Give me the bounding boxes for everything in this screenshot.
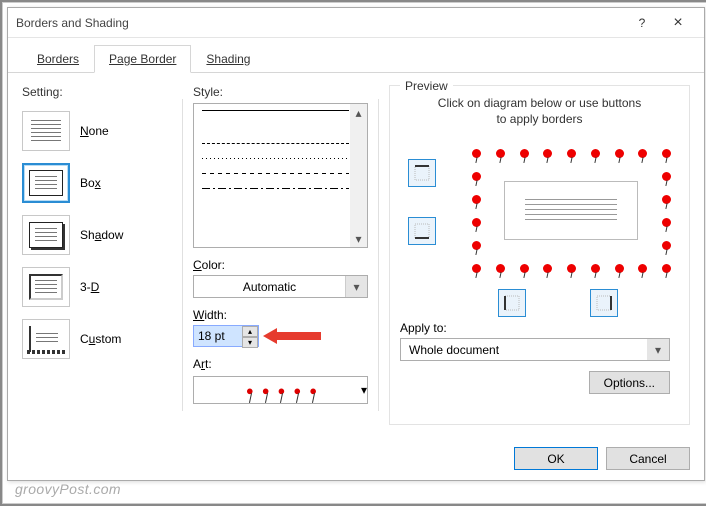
setting-shadow-label: Shadow — [80, 228, 123, 242]
scroll-up-icon[interactable]: ▴ — [350, 104, 367, 121]
border-left-button[interactable] — [498, 289, 526, 317]
style-dotted[interactable] — [202, 158, 349, 159]
border-top-button[interactable] — [408, 159, 436, 187]
setting-none[interactable]: None — [22, 105, 172, 157]
tab-shading[interactable]: Shading — [191, 45, 265, 73]
close-button[interactable]: × — [660, 11, 696, 35]
color-value: Automatic — [194, 280, 345, 294]
setting-shadow[interactable]: Shadow — [22, 209, 172, 261]
style-solid[interactable] — [202, 110, 349, 111]
ok-button[interactable]: OK — [514, 447, 598, 470]
help-button[interactable]: ? — [624, 11, 660, 35]
color-combo[interactable]: Automatic ▾ — [193, 275, 368, 298]
width-value: 18 pt — [194, 326, 242, 346]
style-label: Style: — [193, 85, 368, 99]
setting-box[interactable]: Box — [22, 157, 172, 209]
border-bottom-button[interactable] — [408, 217, 436, 245]
style-dashed[interactable] — [202, 173, 349, 174]
setting-box-label: Box — [80, 176, 101, 190]
tab-borders[interactable]: Borders — [22, 45, 94, 73]
chevron-down-icon: ▾ — [345, 276, 367, 297]
style-list[interactable]: ▴ ▾ — [193, 103, 368, 248]
art-label: Art: — [193, 357, 368, 371]
tabstrip: Borders Page Border Shading — [8, 38, 704, 73]
preview-section: Preview Click on diagram below or use bu… — [389, 85, 690, 425]
setting-section: Setting: None Box Shadow 3-D — [22, 85, 172, 425]
setting-3d-label: 3-D — [80, 280, 99, 294]
cancel-button[interactable]: Cancel — [606, 447, 690, 470]
setting-box-thumb — [22, 163, 70, 203]
style-section: Style: ▴ ▾ Color: Automatic ▾ Width: — [193, 85, 368, 425]
border-right-button[interactable] — [590, 289, 618, 317]
preview-hint: Click on diagram below or use buttonsto … — [400, 95, 679, 127]
dialog-title: Borders and Shading — [16, 16, 129, 30]
apply-to-label: Apply to: — [400, 321, 679, 335]
spin-up-icon[interactable]: ▴ — [242, 326, 258, 337]
options-button[interactable]: Options... — [589, 371, 670, 394]
width-label: Width: — [193, 308, 368, 322]
setting-custom-label: Custom — [80, 332, 121, 346]
callout-arrow-icon — [263, 326, 323, 346]
art-preview: ● ● ● ● ● — [202, 383, 361, 398]
borders-and-shading-dialog: Borders and Shading ? × Borders Page Bor… — [7, 7, 705, 481]
chevron-down-icon: ▾ — [361, 383, 367, 397]
width-spinner[interactable]: 18 pt ▴ ▾ — [193, 325, 259, 347]
apply-to-value: Whole document — [409, 343, 499, 357]
preview-legend: Preview — [400, 79, 453, 93]
watermark: groovyPost.com — [15, 481, 121, 497]
setting-none-label: None — [80, 124, 109, 138]
page-preview[interactable] — [476, 153, 666, 268]
color-label: Color: — [193, 258, 368, 272]
apply-to-combo[interactable]: Whole document ▾ — [400, 338, 670, 361]
setting-custom-thumb — [22, 319, 70, 359]
art-combo[interactable]: ● ● ● ● ● ▾ — [193, 376, 368, 404]
scroll-down-icon[interactable]: ▾ — [350, 230, 367, 247]
titlebar: Borders and Shading ? × — [8, 8, 704, 38]
setting-label: Setting: — [22, 85, 172, 99]
setting-none-thumb — [22, 111, 70, 151]
setting-3d[interactable]: 3-D — [22, 261, 172, 313]
setting-custom[interactable]: Custom — [22, 313, 172, 365]
spin-down-icon[interactable]: ▾ — [242, 337, 258, 348]
style-dash-dot[interactable] — [202, 188, 349, 189]
chevron-down-icon: ▾ — [647, 339, 669, 360]
tab-page-border[interactable]: Page Border — [94, 45, 191, 73]
style-scrollbar[interactable]: ▴ ▾ — [350, 104, 367, 247]
style-dash-large[interactable] — [202, 143, 349, 144]
setting-3d-thumb — [22, 267, 70, 307]
setting-shadow-thumb — [22, 215, 70, 255]
